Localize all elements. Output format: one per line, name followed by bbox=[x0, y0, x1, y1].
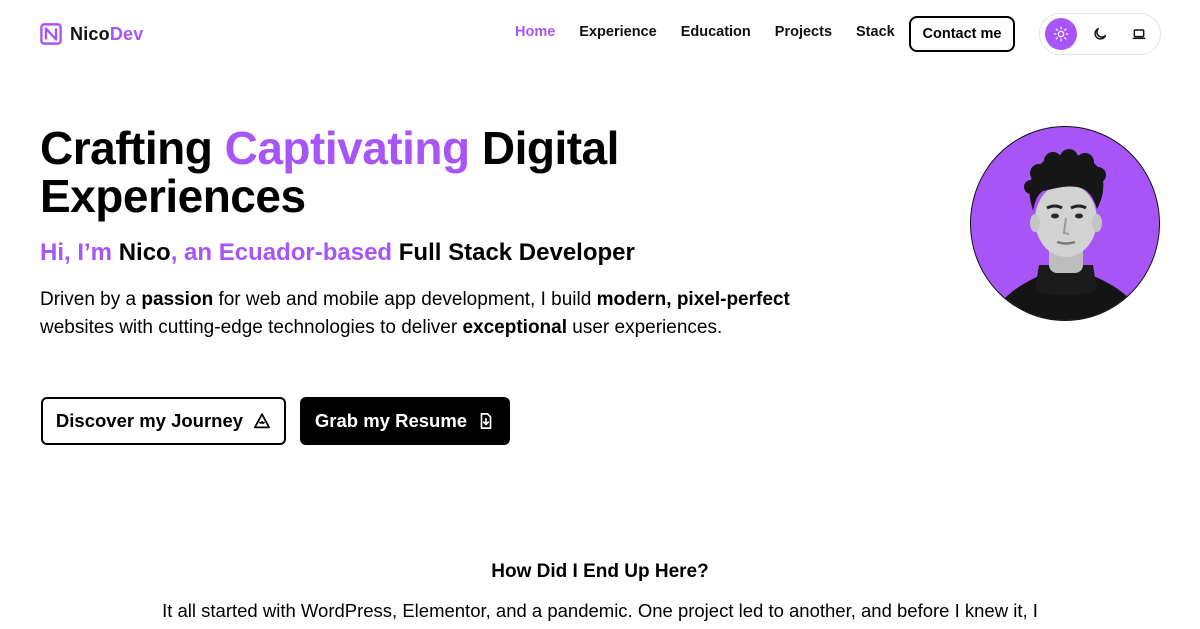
contact-button[interactable]: Contact me bbox=[909, 16, 1015, 52]
logo-icon bbox=[40, 23, 62, 45]
moon-icon bbox=[1094, 27, 1107, 40]
story-title: How Did I End Up Here? bbox=[491, 561, 709, 582]
file-download-icon bbox=[480, 413, 492, 429]
nav-links: Home Experience Education Projects Stack bbox=[515, 24, 919, 40]
theme-switcher bbox=[1039, 13, 1161, 55]
theme-system-button[interactable] bbox=[1123, 18, 1155, 50]
logo[interactable]: NicoDev bbox=[40, 23, 143, 45]
avatar bbox=[970, 126, 1160, 321]
story-text: It all started with WordPress, Elementor… bbox=[162, 600, 1038, 621]
theme-dark-button[interactable] bbox=[1084, 18, 1116, 50]
laptop-icon bbox=[1132, 29, 1146, 40]
nav-link-projects[interactable]: Projects bbox=[775, 24, 832, 40]
hero-subtitle: Hi, I’m Nico, an Ecuador-based Full Stac… bbox=[40, 239, 635, 266]
grab-resume-label: Grab my Resume bbox=[314, 410, 468, 431]
discover-journey-button[interactable]: Discover my Journey bbox=[41, 397, 286, 445]
hero-title: Crafting Captivating Digital Experiences bbox=[40, 122, 619, 222]
sun-icon bbox=[1053, 26, 1069, 42]
hero-description: Driven by a passion for web and mobile a… bbox=[40, 289, 790, 338]
nav-link-stack[interactable]: Stack bbox=[856, 24, 895, 40]
nav-link-experience[interactable]: Experience bbox=[579, 24, 656, 40]
logo-text: NicoDev bbox=[70, 23, 144, 44]
nav-link-home[interactable]: Home bbox=[515, 24, 555, 40]
nav-link-education[interactable]: Education bbox=[681, 24, 751, 40]
mountain-icon bbox=[254, 413, 271, 429]
top-nav: NicoDev Home Experience Education Projec… bbox=[0, 0, 1200, 68]
discover-journey-label: Discover my Journey bbox=[55, 410, 244, 431]
theme-light-button[interactable] bbox=[1045, 18, 1077, 50]
grab-resume-button[interactable]: Grab my Resume bbox=[300, 397, 510, 445]
